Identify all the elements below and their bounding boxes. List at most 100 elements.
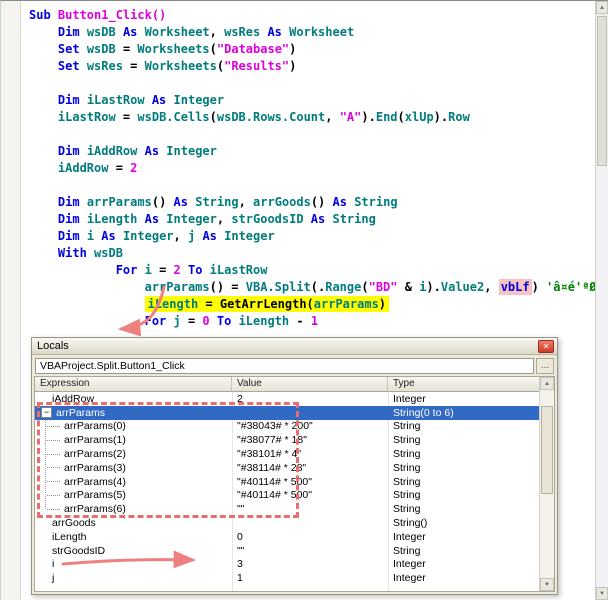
code-line[interactable] [29, 75, 595, 92]
scroll-down-button[interactable]: ▼ [596, 587, 608, 600]
scrollbar-track[interactable] [596, 14, 608, 587]
value-cell[interactable]: 1 [232, 572, 388, 584]
code-token: As [304, 212, 333, 226]
code-line[interactable]: Dim arrParams() As String, arrGoods() As… [29, 194, 595, 211]
code-token: As [137, 144, 166, 158]
code-line[interactable]: For j = 0 To iLength - 1 [29, 313, 595, 330]
close-button[interactable]: ✕ [538, 340, 554, 353]
column-header-expression[interactable]: Expression [35, 377, 232, 391]
value-cell[interactable]: "#38101# * 4" [232, 448, 388, 460]
code-token: iLastRow [58, 110, 116, 124]
up-arrow-icon: ▲ [599, 5, 605, 11]
code-line[interactable]: With wsDB [29, 245, 595, 262]
locals-row[interactable]: iAddRow2Integer [35, 392, 539, 406]
locals-row[interactable]: i3Integer [35, 558, 539, 572]
locals-row[interactable]: arrGoodsString() [35, 516, 539, 530]
code-token: ). [426, 280, 440, 294]
locals-row[interactable]: arrParams(6)""String [35, 502, 539, 516]
code-token: ( [210, 110, 217, 124]
code-vertical-scrollbar[interactable]: ▲ ▼ [595, 1, 608, 600]
type-cell: Integer [388, 572, 539, 584]
code-token: String [354, 195, 397, 209]
down-arrow-icon: ▼ [544, 582, 550, 588]
expression-label: arrParams(2) [64, 448, 126, 460]
code-token: ( [210, 42, 217, 56]
locals-row[interactable]: strGoodsID""String [35, 544, 539, 558]
value-cell[interactable]: 0 [232, 531, 388, 543]
tree-twig [47, 467, 60, 468]
code-token: iLastRow [210, 263, 268, 277]
collapse-icon[interactable]: − [41, 407, 52, 418]
value-cell[interactable]: "" [232, 503, 388, 515]
context-field[interactable]: VBAProject.Split.Button1_Click [35, 358, 534, 374]
code-token: iLength [87, 212, 138, 226]
code-token: arrParams [145, 280, 210, 294]
value-cell[interactable]: "" [232, 545, 388, 557]
code-line[interactable]: iLength = GetArrLength(arrParams) [29, 296, 595, 313]
code-line[interactable]: Dim iLastRow As Integer [29, 92, 595, 109]
code-token: arrParams [87, 195, 152, 209]
code-token: arrParams [314, 297, 379, 311]
code-token: wsRes [87, 59, 123, 73]
code-token: xlUp [405, 110, 434, 124]
type-cell: String [388, 434, 539, 446]
locals-row[interactable]: arrParams(0)"#38043# * 200"String [35, 420, 539, 434]
column-header-type[interactable]: Type [388, 377, 539, 391]
value-cell[interactable]: "#38043# * 200" [232, 420, 388, 432]
code-line[interactable]: Dim i As Integer, j As Integer [29, 228, 595, 245]
scroll-up-button[interactable]: ▲ [540, 377, 554, 390]
code-line[interactable] [29, 177, 595, 194]
ellipsis-button[interactable]: … [536, 358, 554, 374]
code-line[interactable]: For i = 2 To iLastRow [29, 262, 595, 279]
locals-row[interactable]: −arrParamsString(0 to 6) [35, 406, 539, 420]
locals-scrollbar[interactable]: ▲ ▼ [539, 377, 554, 591]
scrollbar-thumb[interactable] [597, 16, 607, 166]
code-line[interactable]: iAddRow = 2 [29, 160, 595, 177]
expression-label: arrGoods [52, 517, 96, 529]
code-token: iLength [148, 297, 199, 311]
value-cell[interactable]: "#40114# * 500" [232, 476, 388, 488]
code-token: 'â¤é'ªØ [546, 280, 597, 294]
locals-window: Locals ✕ VBAProject.Split.Button1_Click … [31, 337, 558, 595]
code-token: iAddRow [87, 144, 138, 158]
value-cell[interactable]: "#38114# * 28" [232, 462, 388, 474]
code-token: ) [532, 280, 546, 294]
value-cell[interactable]: "#40114# * 500" [232, 489, 388, 501]
locals-row[interactable]: arrParams(3)"#38114# * 28"String [35, 461, 539, 475]
locals-row[interactable]: j1Integer [35, 571, 539, 585]
code-line[interactable]: Dim wsDB As Worksheet, wsRes As Workshee… [29, 24, 595, 41]
scrollbar-thumb[interactable] [541, 406, 553, 494]
value-cell[interactable]: 3 [232, 558, 388, 570]
locals-row[interactable]: iLength0Integer [35, 530, 539, 544]
scrollbar-track[interactable] [540, 390, 554, 578]
code-margin[interactable] [1, 1, 21, 600]
code-line[interactable]: iLastRow = wsDB.Cells(wsDB.Rows.Count, "… [29, 109, 595, 126]
locals-row[interactable]: arrParams(4)"#40114# * 500"String [35, 475, 539, 489]
type-cell: Integer [388, 531, 539, 543]
code-line[interactable]: Sub Button1_Click() [29, 7, 595, 24]
code-token: , [210, 25, 224, 39]
locals-titlebar[interactable]: Locals ✕ [32, 338, 557, 355]
code-token: = [152, 263, 174, 277]
code-line[interactable]: arrParams() = VBA.Split(.Range("BD" & i)… [29, 279, 595, 296]
expression-label: arrParams(4) [64, 476, 126, 488]
code-token: Dim [58, 144, 87, 158]
code-token: wsDB [87, 42, 116, 56]
code-line[interactable] [29, 126, 595, 143]
value-cell[interactable]: "#38077# * 18" [232, 434, 388, 446]
locals-row[interactable]: arrParams(1)"#38077# * 18"String [35, 433, 539, 447]
value-cell[interactable]: 2 [232, 393, 388, 405]
code-line[interactable]: Dim iAddRow As Integer [29, 143, 595, 160]
locals-row[interactable]: arrParams(2)"#38101# * 4"String [35, 447, 539, 461]
scroll-down-button[interactable]: ▼ [540, 578, 554, 591]
code-token: String [332, 212, 375, 226]
column-header-value[interactable]: Value [232, 377, 388, 391]
code-line[interactable]: Set wsRes = Worksheets("Results") [29, 58, 595, 75]
code-token: Integer [174, 93, 225, 107]
code-token: & [398, 280, 420, 294]
scroll-up-button[interactable]: ▲ [596, 1, 608, 14]
code-line[interactable]: Dim iLength As Integer, strGoodsID As St… [29, 211, 595, 228]
code-line[interactable]: Set wsDB = Worksheets("Database") [29, 41, 595, 58]
locals-row[interactable]: arrParams(5)"#40114# * 500"String [35, 489, 539, 503]
code-token: As [94, 229, 123, 243]
